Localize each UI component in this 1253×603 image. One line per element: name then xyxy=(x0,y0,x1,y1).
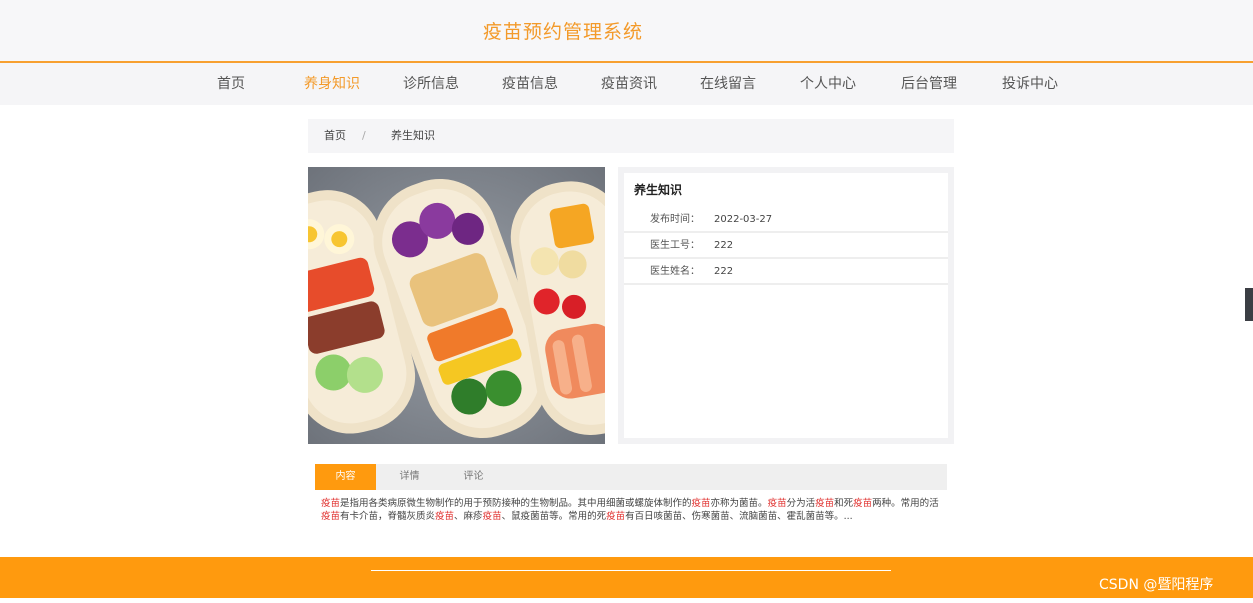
info-row-doctor-id: 医生工号： 222 xyxy=(624,233,948,259)
content-tabs: 内容 详情 评论 xyxy=(315,464,947,490)
article-info-card: 养生知识 发布时间： 2022-03-27 医生工号： 222 医生姓名： 22… xyxy=(624,173,948,438)
text-segment: 两种。常用的活 xyxy=(872,498,939,509)
food-bowls-illustration xyxy=(308,167,605,444)
tab-details[interactable]: 详情 xyxy=(379,464,440,490)
highlighted-keyword: 疫苗 xyxy=(767,498,787,509)
highlighted-keyword: 疫苗 xyxy=(482,511,502,522)
nav-item-personal-center[interactable]: 个人中心 xyxy=(783,63,873,105)
text-segment: 有卡介苗，脊髓灰质炎 xyxy=(340,511,436,522)
info-label: 发布时间： xyxy=(650,214,700,225)
tab-content[interactable]: 内容 xyxy=(315,464,376,490)
article-content: 疫苗是指用各类病原微生物制作的用于预防接种的生物制品。其中用细菌或螺旋体制作的疫… xyxy=(321,497,943,523)
nav-item-vaccine-info[interactable]: 疫苗信息 xyxy=(485,63,575,105)
text-segment: 分为活 xyxy=(786,498,816,509)
info-label: 医生工号： xyxy=(650,240,700,251)
nav-item-online-message[interactable]: 在线留言 xyxy=(683,63,773,105)
info-row-publish-time: 发布时间： 2022-03-27 xyxy=(624,207,948,233)
text-segment: 有百日咳菌苗、伤寒菌苗、流脑菌苗、霍乱菌苗等。... xyxy=(625,511,853,522)
nav-item-complaints[interactable]: 投诉中心 xyxy=(985,63,1075,105)
nav-item-home[interactable]: 首页 xyxy=(186,63,276,105)
text-segment: 和死 xyxy=(834,498,854,509)
main-nav: 首页 养身知识 诊所信息 疫苗信息 疫苗资讯 在线留言 个人中心 后台管理 投诉… xyxy=(0,63,1253,105)
info-value: 2022-03-27 xyxy=(714,214,773,225)
article-title: 养生知识 xyxy=(634,183,683,197)
article-info-panel: 养生知识 发布时间： 2022-03-27 医生工号： 222 医生姓名： 22… xyxy=(618,167,954,444)
site-title: 疫苗预约管理系统 xyxy=(483,21,644,43)
watermark: CSDN @暨阳程序 xyxy=(1099,577,1214,593)
highlighted-keyword: 疫苗 xyxy=(321,498,341,509)
nav-item-clinic-info[interactable]: 诊所信息 xyxy=(386,63,476,105)
breadcrumb-current: 养生知识 xyxy=(391,129,435,142)
highlighted-keyword: 疫苗 xyxy=(606,511,626,522)
highlighted-keyword: 疫苗 xyxy=(435,511,455,522)
nav-item-vaccine-news[interactable]: 疫苗资讯 xyxy=(584,63,674,105)
highlighted-keyword: 疫苗 xyxy=(691,498,711,509)
breadcrumb: 首页 / 养生知识 xyxy=(308,119,954,153)
side-scroll-handle[interactable] xyxy=(1245,288,1253,321)
article-image xyxy=(308,167,605,444)
tab-comments[interactable]: 评论 xyxy=(443,464,504,490)
text-segment: 、麻疹 xyxy=(454,511,483,522)
footer-bar xyxy=(0,557,1253,598)
info-value: 222 xyxy=(714,266,734,277)
highlighted-keyword: 疫苗 xyxy=(321,511,341,522)
nav-item-admin[interactable]: 后台管理 xyxy=(884,63,974,105)
info-value: 222 xyxy=(714,240,734,251)
text-segment: 是指用各类病原微生物制作的用于预防接种的生物制品。其中用细菌或螺旋体制作的 xyxy=(340,498,692,509)
text-segment: 、鼠疫菌苗等。常用的死 xyxy=(501,511,607,522)
footer-divider xyxy=(371,570,891,571)
text-segment: 亦称为菌苗。 xyxy=(710,498,768,509)
header-bar: 疫苗预约管理系统 xyxy=(0,0,1253,63)
breadcrumb-home-link[interactable]: 首页 xyxy=(324,119,346,153)
highlighted-keyword: 疫苗 xyxy=(815,498,835,509)
info-label: 医生姓名： xyxy=(650,266,700,277)
info-row-doctor-name: 医生姓名： 222 xyxy=(624,259,948,285)
nav-item-health-knowledge[interactable]: 养身知识 xyxy=(287,63,377,105)
highlighted-keyword: 疫苗 xyxy=(853,498,873,509)
breadcrumb-separator: / xyxy=(362,129,366,142)
